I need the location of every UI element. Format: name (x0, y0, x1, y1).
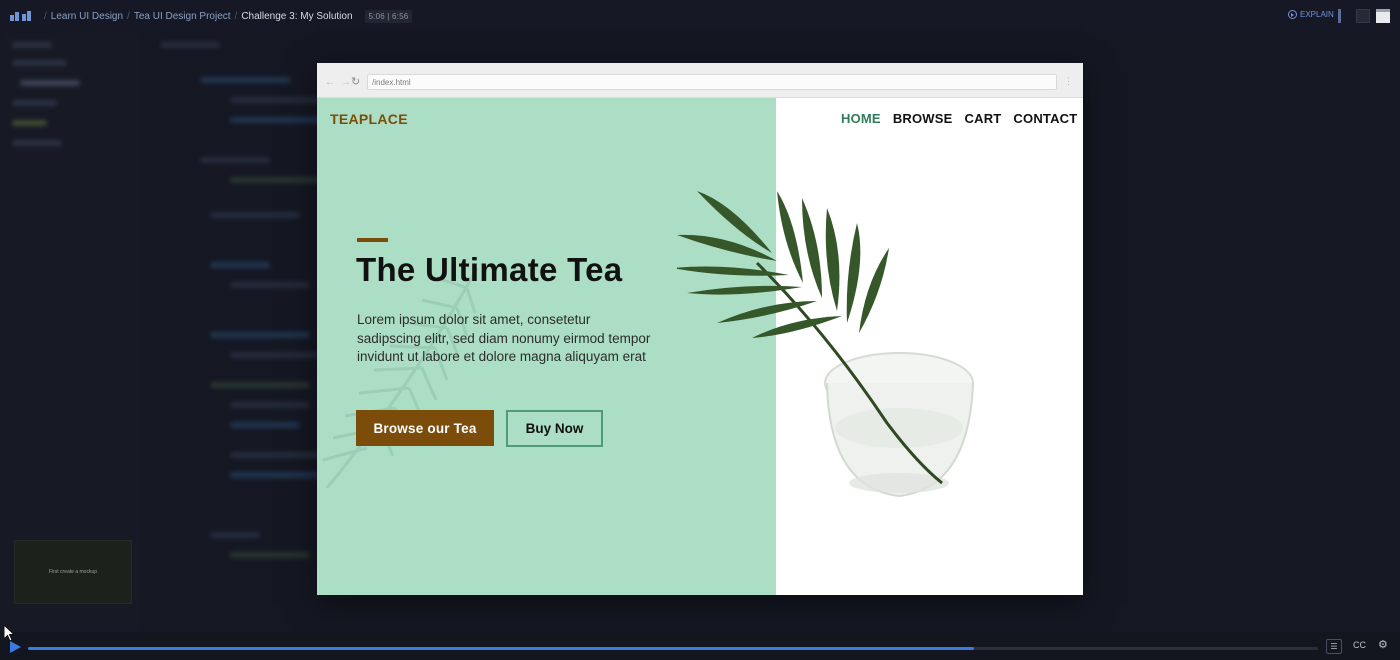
explain-label: EXPLAIN (1300, 10, 1334, 19)
buy-now-button[interactable]: Buy Now (506, 410, 603, 447)
breadcrumb-current: Challenge 3: My Solution (241, 11, 353, 22)
tea-website: TEAPLACE HOME BROWSE CART CONTACT The Ul… (317, 98, 1083, 595)
top-bar: / Learn UI Design / Tea UI Design Projec… (0, 0, 1400, 32)
reload-icon[interactable]: ↻ (351, 75, 360, 88)
breadcrumb-project[interactable]: Tea UI Design Project (134, 11, 231, 22)
browser-preview: ← → ↻ /index.html ⋮ TEAPLACE HOME BROWSE… (317, 63, 1083, 595)
browse-tea-button[interactable]: Browse our Tea (356, 410, 494, 446)
thumbnail-caption: First create a mockup (48, 569, 98, 575)
progress-fill (28, 647, 974, 650)
video-player-controls: ☰ CC ⚙ (0, 632, 1400, 660)
tea-plant-glass-image (677, 191, 974, 498)
nav-browse[interactable]: BROWSE (893, 111, 953, 126)
explain-button[interactable]: EXPLAIN (1288, 10, 1334, 19)
transcript-icon[interactable]: ☰ (1326, 639, 1342, 654)
nav-cart[interactable]: CART (965, 111, 1002, 126)
url-text: /index.html (372, 78, 411, 87)
scrimba-logo-icon[interactable] (10, 11, 32, 21)
browser-layout-icon[interactable] (1376, 9, 1390, 23)
settings-icon[interactable]: ⚙ (1378, 638, 1388, 651)
layout-toggle-icon[interactable] (1338, 9, 1341, 23)
hero-paragraph: Lorem ipsum dolor sit amet, consetetur s… (357, 312, 651, 364)
lesson-time: 5:06 | 6:56 (364, 10, 413, 23)
browser-toolbar: ← → ↻ /index.html ⋮ (317, 63, 1083, 98)
breadcrumb-course[interactable]: Learn UI Design (51, 11, 123, 22)
play-icon[interactable] (10, 641, 21, 653)
progress-track[interactable] (28, 647, 1318, 650)
browser-nav-buttons: ← → (325, 77, 351, 88)
url-bar[interactable]: /index.html (367, 74, 1057, 90)
headline-accent-bar (357, 238, 388, 242)
breadcrumb: / Learn UI Design / Tea UI Design Projec… (40, 10, 413, 23)
mouse-cursor-icon (3, 624, 15, 642)
split-layout-icon[interactable] (1356, 9, 1370, 23)
cc-button[interactable]: CC (1353, 640, 1366, 650)
site-brand-logo[interactable]: TEAPLACE (330, 111, 408, 127)
app-root: / Learn UI Design / Tea UI Design Projec… (0, 0, 1400, 660)
instructor-thumbnail: First create a mockup (14, 540, 132, 604)
explain-icon (1288, 10, 1297, 19)
nav-home[interactable]: HOME (841, 111, 881, 126)
forward-icon[interactable]: → (341, 77, 351, 88)
browser-menu-icon[interactable]: ⋮ (1064, 76, 1073, 87)
site-nav: HOME BROWSE CART CONTACT (841, 111, 1077, 126)
nav-contact[interactable]: CONTACT (1013, 111, 1077, 126)
hero-headline: The Ultimate Tea (356, 251, 623, 288)
back-icon[interactable]: ← (325, 77, 335, 88)
